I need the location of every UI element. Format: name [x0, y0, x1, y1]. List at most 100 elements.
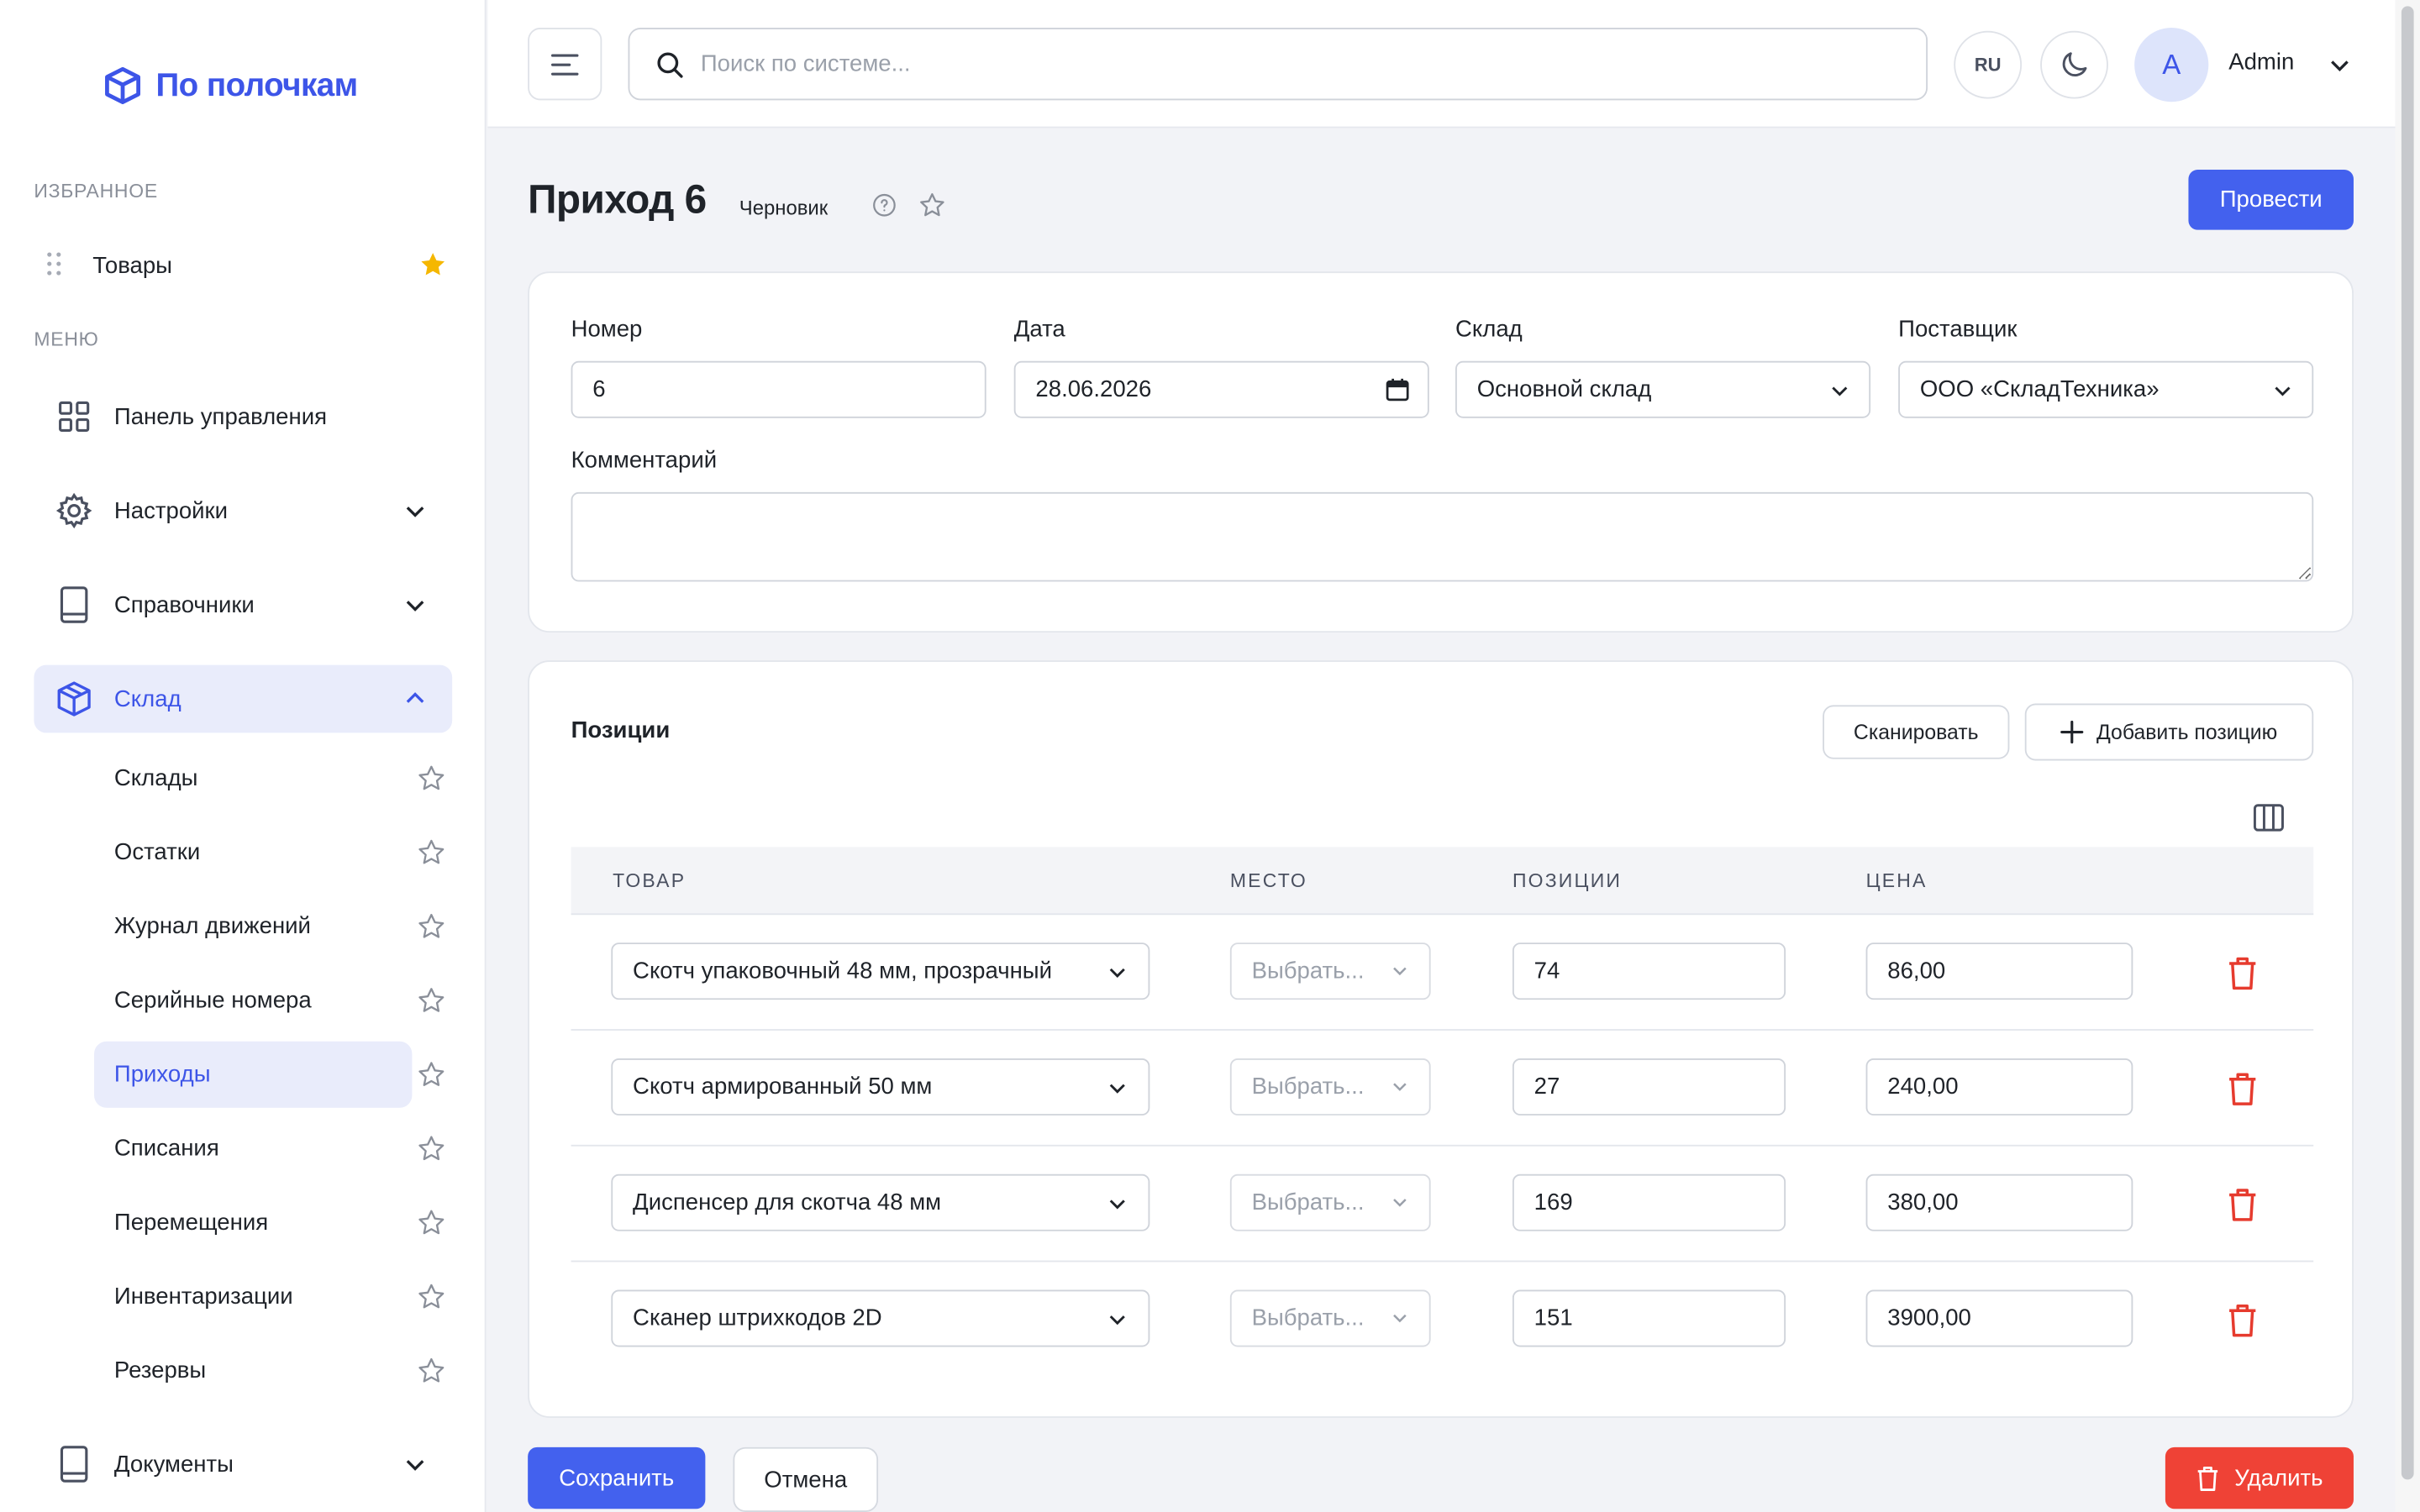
chevron-down-icon — [1393, 1199, 1407, 1207]
sidebar: По полочкам ИЗБРАННОЕ Товары МЕНЮ Панель… — [0, 0, 487, 1512]
price-input[interactable]: 380,00 — [1865, 1173, 2133, 1231]
product-select[interactable]: Диспенсер для скотча 48 мм — [611, 1173, 1150, 1231]
save-button[interactable]: Сохранить — [528, 1446, 706, 1509]
number-field[interactable]: 6 — [571, 360, 986, 418]
sidebar-subitem-transfers[interactable]: Перемещения — [94, 1189, 412, 1256]
star-outline-icon[interactable] — [417, 1134, 446, 1163]
status-badge: Черновик — [739, 196, 829, 219]
positions-title: Позиции — [571, 717, 671, 744]
avatar[interactable]: A — [2134, 28, 2209, 102]
star-outline-icon[interactable] — [417, 1208, 446, 1237]
product-select[interactable]: Сканер штрихкодов 2D — [611, 1289, 1150, 1347]
sidebar-item-settings[interactable]: Настройки — [34, 477, 452, 545]
help-circle-icon[interactable] — [872, 193, 897, 218]
price-input[interactable]: 240,00 — [1865, 1058, 2133, 1116]
sidebar-subitem-inventories[interactable]: Инвентаризации — [94, 1263, 412, 1330]
cancel-button[interactable]: Отмена — [733, 1446, 879, 1512]
column-header-quantity: ПОЗИЦИИ — [1512, 869, 1623, 892]
star-outline-icon[interactable] — [417, 764, 446, 793]
sidebar-subitem-reserves[interactable]: Резервы — [94, 1337, 412, 1404]
trash-icon — [2197, 1466, 2217, 1491]
star-outline-icon[interactable] — [417, 1356, 446, 1385]
chevron-down-icon — [406, 1460, 424, 1471]
app-logo[interactable]: По полочкам — [102, 65, 358, 107]
scrollbar-thumb[interactable] — [2401, 6, 2414, 1480]
star-outline-icon[interactable] — [417, 986, 446, 1016]
trash-icon[interactable] — [2227, 1304, 2258, 1337]
sidebar-subitem-label: Серийные номера — [113, 987, 312, 1014]
trash-icon[interactable] — [2227, 1188, 2258, 1221]
search-box[interactable] — [628, 28, 1928, 101]
supplier-label: Поставщик — [1898, 316, 2018, 343]
chevron-up-icon — [406, 692, 424, 703]
price-value: 86,00 — [1887, 958, 1946, 984]
theme-toggle-button[interactable] — [2040, 30, 2108, 99]
drag-handle-icon[interactable] — [34, 250, 74, 280]
sidebar-item-directories[interactable]: Справочники — [34, 571, 452, 639]
product-select[interactable]: Скотч армированный 50 мм — [611, 1058, 1150, 1116]
delete-button[interactable]: Удалить — [2165, 1446, 2354, 1509]
place-select[interactable]: Выбрать... — [1229, 1289, 1431, 1347]
supplier-select[interactable]: ООО «СкладТехника» — [1898, 360, 2314, 418]
add-position-button[interactable]: Добавить позицию — [2024, 703, 2314, 761]
delete-button-label: Удалить — [2234, 1464, 2323, 1492]
table-row: Сканер штрихкодов 2D Выбрать... 151 3900… — [571, 1262, 2314, 1378]
place-select[interactable]: Выбрать... — [1229, 942, 1431, 1000]
price-input[interactable]: 86,00 — [1865, 942, 2133, 1000]
table-header: ТОВАР МЕСТО ПОЗИЦИИ ЦЕНА — [571, 847, 2314, 916]
sidebar-item-label: Настройки — [113, 497, 229, 524]
star-outline-icon[interactable] — [417, 911, 446, 941]
quantity-input[interactable]: 27 — [1512, 1058, 1786, 1116]
sidebar-item-warehouse[interactable]: Склад — [34, 664, 453, 733]
star-filled-icon[interactable] — [418, 250, 448, 280]
sidebar-item-dashboard[interactable]: Панель управления — [34, 383, 452, 451]
sidebar-item-documents[interactable]: Документы — [34, 1431, 452, 1499]
cube-logo-icon — [105, 66, 140, 104]
star-outline-icon[interactable] — [417, 1060, 446, 1089]
quantity-input[interactable]: 151 — [1512, 1289, 1786, 1347]
price-input[interactable]: 3900,00 — [1865, 1289, 2133, 1347]
sidebar-subitem-warehouses[interactable]: Склады — [94, 745, 412, 811]
place-select[interactable]: Выбрать... — [1229, 1058, 1431, 1116]
star-outline-icon[interactable] — [417, 1282, 446, 1311]
post-button[interactable]: Провести — [2188, 170, 2354, 230]
sidebar-subitem-serial-numbers[interactable]: Серийные номера — [94, 968, 412, 1034]
scan-button[interactable]: Сканировать — [1823, 705, 2010, 759]
chevron-down-icon[interactable] — [2328, 52, 2352, 76]
search-icon — [657, 51, 683, 77]
product-select[interactable]: Скотч упаковочный 48 мм, прозрачный — [611, 942, 1150, 1000]
menu-toggle-button[interactable] — [528, 28, 602, 101]
language-label: RU — [1974, 54, 2002, 76]
star-outline-icon[interactable] — [417, 837, 446, 867]
place-placeholder: Выбрать... — [1251, 1305, 1365, 1332]
columns-icon[interactable] — [2253, 804, 2285, 832]
sidebar-subitem-label: Склады — [113, 765, 198, 792]
page-scrollbar[interactable] — [2395, 0, 2420, 1512]
book-icon — [60, 586, 88, 623]
quantity-value: 169 — [1534, 1189, 1573, 1216]
quantity-input[interactable]: 74 — [1512, 942, 1786, 1000]
sidebar-subitem-stock[interactable]: Остатки — [94, 819, 412, 885]
star-outline-icon[interactable] — [918, 192, 946, 219]
search-input[interactable] — [700, 50, 1874, 77]
warehouse-select[interactable]: Основной склад — [1455, 360, 1871, 418]
trash-icon[interactable] — [2227, 1073, 2258, 1106]
quantity-input[interactable]: 169 — [1512, 1173, 1786, 1231]
chevron-down-icon — [1393, 1083, 1407, 1091]
sidebar-subitem-receipts[interactable]: Приходы — [94, 1041, 413, 1108]
document-form-card: Номер 6 Дата 28.06.2026 Склад Основной с… — [528, 271, 2354, 633]
sidebar-subitem-movement-log[interactable]: Журнал движений — [94, 893, 412, 959]
language-button[interactable]: RU — [1954, 30, 2023, 99]
user-name[interactable]: Admin — [2228, 50, 2294, 76]
date-field[interactable]: 28.06.2026 — [1013, 360, 1429, 418]
calendar-icon[interactable] — [1386, 378, 1409, 402]
place-select[interactable]: Выбрать... — [1229, 1173, 1431, 1231]
warehouse-label: Склад — [1455, 316, 1523, 343]
chevron-down-icon — [1109, 1084, 1125, 1094]
product-value: Сканер штрихкодов 2D — [633, 1305, 882, 1332]
add-position-label: Добавить позицию — [2096, 720, 2278, 744]
trash-icon[interactable] — [2227, 957, 2258, 990]
sidebar-subitem-writeoffs[interactable]: Списания — [94, 1116, 412, 1182]
favorite-item-tovary[interactable]: Товары — [34, 241, 454, 291]
comment-textarea[interactable] — [571, 491, 2314, 582]
